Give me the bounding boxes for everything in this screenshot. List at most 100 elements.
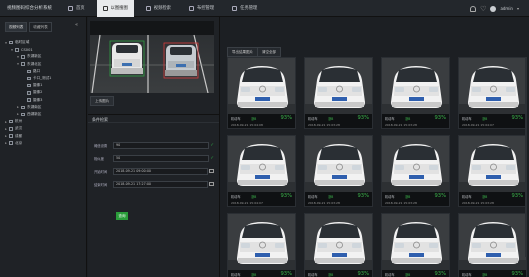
tree-node-label: 东湖新区 (27, 54, 42, 59)
camera-icon (27, 69, 31, 74)
tree-node-label: CS001 (21, 47, 33, 52)
similarity-score: 93% (511, 271, 523, 277)
similarity-score: 93% (280, 115, 292, 121)
capture-time: 2018-09-21 15:03:28 (385, 201, 417, 205)
query-button[interactable]: 查询 (116, 212, 128, 220)
vehicle-type: 机动车 (231, 195, 241, 199)
tree-node[interactable]: 摄像1 (0, 82, 86, 89)
tree-node[interactable]: ▾ 东湖新区 (0, 53, 86, 60)
vehicle-type: 机动车 (462, 273, 472, 277)
result-card[interactable]: 机动车浙B93%2018-09-21 15:04:07 (227, 135, 296, 207)
folder-icon (9, 119, 13, 124)
plate-prefix: 浙B (405, 273, 411, 277)
chevron-right-icon[interactable]: ▸ (16, 105, 20, 109)
nav-task[interactable]: 任务管理 (226, 0, 263, 17)
similarity-input[interactable]: 50 (113, 154, 209, 162)
tree-node-label: 武汉 (15, 126, 23, 131)
chevron-right-icon[interactable]: ▸ (4, 134, 8, 138)
result-card[interactable]: 机动车浙B93%2018-09-21 15:03:28 (381, 57, 450, 129)
chevron-down-icon[interactable]: ▾ (16, 55, 20, 59)
result-card[interactable]: 机动车浙B93%2018-09-21 15:03:28 (458, 135, 527, 207)
heart-icon[interactable]: ♡ (480, 5, 486, 12)
video-preview[interactable] (90, 21, 214, 93)
chevron-down-icon[interactable]: ▾ (10, 48, 14, 52)
plate-prefix: 浙B (251, 117, 257, 121)
result-card[interactable]: 机动车浙B93%2018-09-21 15:03:28 (304, 213, 373, 277)
result-card[interactable]: 机动车 浙B 93% 2018-09-21 15:04:08 (227, 57, 296, 129)
capture-time: 2018-09-21 15:04:07 (231, 201, 263, 205)
similarity-score: 93% (434, 115, 446, 121)
plate-prefix: 浙B (251, 273, 257, 277)
tree-node[interactable]: ▸ 杭州 (0, 118, 86, 125)
result-card[interactable]: 机动车浙B93%2018-09-21 15:03:28 (458, 213, 527, 277)
plate-prefix: 浙B (482, 273, 488, 277)
tree-node[interactable]: ▾ 东湖北区 (0, 61, 86, 68)
left-tabs: 视频列表 收藏列表 (5, 22, 86, 32)
tree-node[interactable]: ▸ 北京 (0, 140, 86, 147)
calendar-icon[interactable] (209, 169, 214, 173)
nav-home[interactable]: 首页 (62, 0, 91, 17)
tree-node[interactable]: ▸ 武汉 (0, 125, 86, 132)
nav-image-search[interactable]: 以图搜图 (96, 0, 134, 17)
chevron-right-icon[interactable]: ▸ (4, 120, 8, 124)
threshold-input[interactable]: 90 (113, 141, 209, 149)
scrollbar[interactable] (525, 57, 527, 257)
end-time-input[interactable]: 2018-09-21 17:27:00 (113, 180, 208, 188)
folder-icon (21, 62, 25, 66)
collapse-icon[interactable]: « (75, 22, 78, 28)
parking-scene-image (90, 21, 214, 93)
capture-time: 2018-09-21 15:04:08 (231, 123, 263, 127)
start-time-label: 开始时间 (94, 169, 108, 174)
tree-node[interactable]: ▾ 临时区域 (0, 39, 86, 46)
tree-node[interactable]: 卡口_测试1 (0, 75, 86, 82)
top-bar: 视频图码综合分析系统 首页 以图搜图 视频检索 布控管理 任务管理 ♡ admi… (0, 0, 529, 17)
result-card[interactable]: 机动车浙B93%2018-09-21 15:04:07 (458, 57, 527, 129)
tree-node[interactable]: ▸ 东湖南区 (0, 104, 86, 111)
result-card[interactable]: 机动车浙B93%2018-09-21 15:03:28 (381, 135, 450, 207)
chevron-down-icon[interactable]: ▾ (4, 41, 8, 45)
tree-node[interactable]: ▾ CS001 (0, 46, 86, 53)
tree-node-label: 摄像2 (33, 90, 43, 95)
tree-node[interactable]: ▸ 成都 (0, 132, 86, 139)
calendar-icon[interactable] (209, 182, 214, 186)
tree-node[interactable]: ▸ 西湖新区 (0, 111, 86, 118)
chevron-right-icon[interactable]: ▸ (4, 141, 8, 145)
result-card[interactable]: 机动车浙B93%2018-09-21 15:04:07 (227, 213, 296, 277)
result-card[interactable]: 机动车浙B93%2018-09-21 15:03:28 (304, 135, 373, 207)
clear-all-button[interactable]: 清空全部 (257, 47, 281, 57)
tree-node[interactable]: 路口 (0, 68, 86, 75)
plate-prefix: 浙B (328, 195, 334, 199)
vehicle-image (382, 136, 449, 192)
vehicle-image (459, 214, 526, 270)
tree-node[interactable]: 摄像2 (0, 89, 86, 96)
capture-time: 2018-09-21 15:03:28 (308, 201, 340, 205)
capture-time: 2018-09-21 15:03:28 (385, 123, 417, 127)
threshold-label: 阈值设置 (94, 143, 108, 148)
start-time-input[interactable]: 2018-09-21 09:00:00 (113, 167, 208, 175)
avatar[interactable] (490, 5, 497, 12)
similarity-score: 93% (280, 193, 292, 199)
bell-icon[interactable] (470, 5, 477, 12)
video-search-icon (145, 5, 151, 11)
nav-surveillance[interactable]: 布控管理 (183, 0, 220, 17)
app-title: 视频图码综合分析系统 (7, 6, 52, 11)
vehicle-image (459, 136, 526, 192)
chevron-down-icon[interactable]: ▾ (517, 6, 519, 11)
result-card[interactable]: 机动车浙B93%2018-09-21 15:03:28 (304, 57, 373, 129)
tab-video-list[interactable]: 视频列表 (5, 22, 28, 32)
tab-favorites[interactable]: 收藏列表 (29, 22, 52, 32)
tree-node[interactable]: 摄像3 (0, 97, 86, 104)
main-nav: 首页 以图搜图 视频检索 布控管理 任务管理 (62, 0, 269, 17)
chevron-down-icon[interactable]: ▾ (16, 62, 20, 66)
tree-node-label: 东湖南区 (27, 104, 42, 109)
chevron-right-icon[interactable]: ▸ (4, 127, 8, 131)
vehicle-image (382, 214, 449, 270)
result-card[interactable]: 机动车浙B93%2018-09-21 15:03:28 (381, 213, 450, 277)
export-images-button[interactable]: 导出结果图片 (227, 47, 258, 57)
upload-image-button[interactable]: 上传图片 (90, 96, 115, 106)
username[interactable]: admin (500, 6, 513, 11)
vehicle-image (382, 58, 449, 114)
nav-video-search[interactable]: 视频检索 (140, 0, 177, 17)
chevron-right-icon[interactable]: ▸ (16, 112, 20, 116)
task-icon (232, 5, 238, 11)
